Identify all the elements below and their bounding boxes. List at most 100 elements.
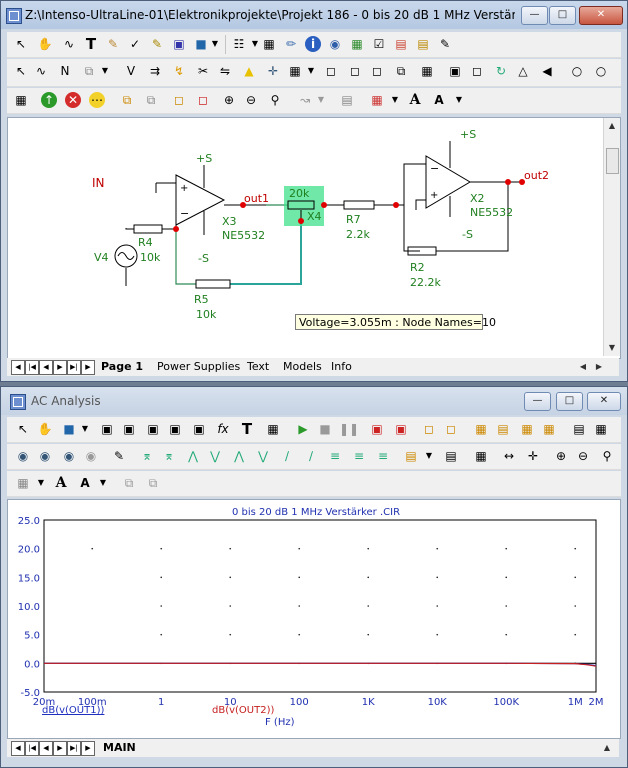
node-dot[interactable] xyxy=(505,179,511,185)
color-grid-icon[interactable]: ▦ xyxy=(369,92,385,108)
valley-icon[interactable]: ⋁ xyxy=(207,448,223,464)
split-wire-icon[interactable]: ⇋ xyxy=(217,63,233,79)
nav-next-icon[interactable]: ▶ xyxy=(53,741,67,756)
lines-icon[interactable]: ≡ xyxy=(351,448,367,464)
zoom-x-icon[interactable]: ▣ xyxy=(145,421,161,437)
measure-icon[interactable]: ◉ xyxy=(37,448,53,464)
nav-left-icon[interactable]: ◀ xyxy=(11,741,25,756)
minimize-button[interactable]: — xyxy=(524,392,551,411)
scroll-down-arrow-icon[interactable]: ▼ xyxy=(604,340,620,356)
formula-icon[interactable]: fx xyxy=(215,421,231,437)
node-dot[interactable] xyxy=(173,226,179,232)
grid-view-icon[interactable]: ▦ xyxy=(473,421,489,437)
binoculars2-icon[interactable]: ○ xyxy=(593,63,609,79)
zoom-fit-icon[interactable]: ⚲ xyxy=(267,92,283,108)
dropdown-arrow-icon[interactable]: ▼ xyxy=(313,92,329,108)
stop-red-icon[interactable]: ✕ xyxy=(65,92,81,108)
measure-icon[interactable]: ◉ xyxy=(61,448,77,464)
resistor-r7[interactable] xyxy=(343,200,375,210)
component-icon[interactable]: ▣ xyxy=(171,36,187,52)
node-dot[interactable] xyxy=(321,202,327,208)
maximize-button[interactable]: □ xyxy=(556,392,583,411)
schematic-canvas[interactable]: + − − + IN out1 out2 +S -S +S -S X3 NE55… xyxy=(7,117,621,359)
copy-page-icon[interactable]: ⧉ xyxy=(393,63,409,79)
dropdown-arrow-icon[interactable]: ▼ xyxy=(33,475,49,491)
rise-icon[interactable]: ⋀ xyxy=(231,448,247,464)
minimize-button[interactable]: — xyxy=(521,6,548,25)
nav-prev-icon[interactable]: ◀ xyxy=(39,741,53,756)
nav-prev-icon[interactable]: ◀ xyxy=(39,360,53,375)
hat-icon[interactable]: ▦ xyxy=(419,63,435,79)
copy-icon[interactable]: ⧉ xyxy=(81,63,97,79)
select-arrow-icon[interactable]: ↖ xyxy=(15,421,31,437)
tab-text[interactable]: Text xyxy=(247,359,269,375)
cursor-mode-icon[interactable]: ▣ xyxy=(99,421,115,437)
page2-icon[interactable]: ◻ xyxy=(347,63,363,79)
notes-icon[interactable]: ▤ xyxy=(393,36,409,52)
group-icon[interactable]: ⧉ xyxy=(121,475,137,491)
wand-icon[interactable]: ↝ xyxy=(297,92,313,108)
trace-icon[interactable]: ▣ xyxy=(369,421,385,437)
grid-icon[interactable]: ▦ xyxy=(287,63,303,79)
crosshair-icon[interactable]: ✛ xyxy=(265,63,281,79)
calc-icon[interactable]: ▦ xyxy=(473,448,489,464)
measure-icon[interactable]: ◉ xyxy=(83,448,99,464)
edit-doc-icon[interactable]: ✎ xyxy=(437,36,453,52)
ungroup-icon[interactable]: ⧉ xyxy=(143,92,159,108)
node-dot[interactable] xyxy=(298,218,304,224)
network-icon[interactable]: ▦ xyxy=(349,36,365,52)
nav-right-icon[interactable]: ▶ xyxy=(81,741,95,756)
font-color-icon[interactable]: A xyxy=(431,92,447,108)
fall-icon[interactable]: ⋁ xyxy=(255,448,271,464)
close-button[interactable]: ✕ xyxy=(579,6,623,25)
table-icon[interactable]: ▦ xyxy=(261,36,277,52)
zoom-y-icon[interactable]: ▣ xyxy=(167,421,183,437)
frame-icon[interactable]: ◻ xyxy=(421,421,437,437)
slope-icon[interactable]: ∕ xyxy=(303,448,319,464)
mirror-icon[interactable]: △ xyxy=(515,63,531,79)
tab-main[interactable]: MAIN xyxy=(103,740,136,756)
stop-icon[interactable]: ■ xyxy=(317,421,333,437)
pause-yellow-icon[interactable]: ⋯ xyxy=(89,92,105,108)
zoom-fit-icon[interactable]: ⚲ xyxy=(599,448,615,464)
arrows-icon[interactable]: ⇉ xyxy=(147,63,163,79)
text-tool-icon[interactable]: T xyxy=(239,421,255,437)
flip-icon[interactable]: ◀ xyxy=(539,63,555,79)
wire-icon[interactable]: ∿ xyxy=(61,36,77,52)
text-tool-icon[interactable]: T xyxy=(83,36,99,52)
measure-icon[interactable]: ◉ xyxy=(15,448,31,464)
hand-icon[interactable]: ✋ xyxy=(37,36,53,52)
box-select-icon[interactable]: ▣ xyxy=(447,63,463,79)
lightning-icon[interactable]: ↯ xyxy=(171,63,187,79)
nav-first-icon[interactable]: |◀ xyxy=(25,741,39,756)
add-page-icon[interactable]: ◻ xyxy=(171,92,187,108)
dropdown-arrow-icon[interactable]: ▼ xyxy=(97,63,113,79)
ac-analysis-plot[interactable]: 0 bis 20 dB 1 MHz Verstärker .CIR 25.0 20… xyxy=(7,499,621,739)
cursor-icon[interactable]: ⌆ xyxy=(139,448,155,464)
dropdown-arrow-icon[interactable]: ▼ xyxy=(421,448,437,464)
nav-last-icon[interactable]: ▶| xyxy=(67,741,81,756)
keyboard-icon[interactable]: ▤ xyxy=(339,92,355,108)
tab-power-supplies[interactable]: Power Supplies xyxy=(157,359,240,375)
checkbox-icon[interactable]: ☑ xyxy=(371,36,387,52)
grid-view-icon[interactable]: ▦ xyxy=(541,421,557,437)
group-icon[interactable]: ⧉ xyxy=(119,92,135,108)
nav-first-icon[interactable]: |◀ xyxy=(25,360,39,375)
pencil-icon[interactable]: ✏ xyxy=(283,36,299,52)
nav-last-icon[interactable]: ▶| xyxy=(67,360,81,375)
maximize-button[interactable]: □ xyxy=(549,6,576,25)
lines-icon[interactable]: ≡ xyxy=(327,448,343,464)
layout-icon[interactable]: ▤ xyxy=(571,421,587,437)
run-green-icon[interactable]: ↑ xyxy=(41,92,57,108)
fit-all-icon[interactable]: ✛ xyxy=(525,448,541,464)
dropdown-arrow-icon[interactable]: ▼ xyxy=(451,92,467,108)
properties-icon[interactable]: ▦ xyxy=(265,421,281,437)
dropdown-arrow-icon[interactable]: ▼ xyxy=(207,36,223,52)
trace-icon[interactable]: ▣ xyxy=(393,421,409,437)
close-button[interactable]: ✕ xyxy=(587,392,621,411)
layout-icon[interactable]: ▦ xyxy=(593,421,609,437)
voltage-probe-icon[interactable]: V xyxy=(123,63,139,79)
dropdown-arrow-icon[interactable]: ▼ xyxy=(387,92,403,108)
cursor-icon[interactable]: ⌆ xyxy=(161,448,177,464)
select-arrow-icon[interactable]: ↖ xyxy=(13,63,29,79)
